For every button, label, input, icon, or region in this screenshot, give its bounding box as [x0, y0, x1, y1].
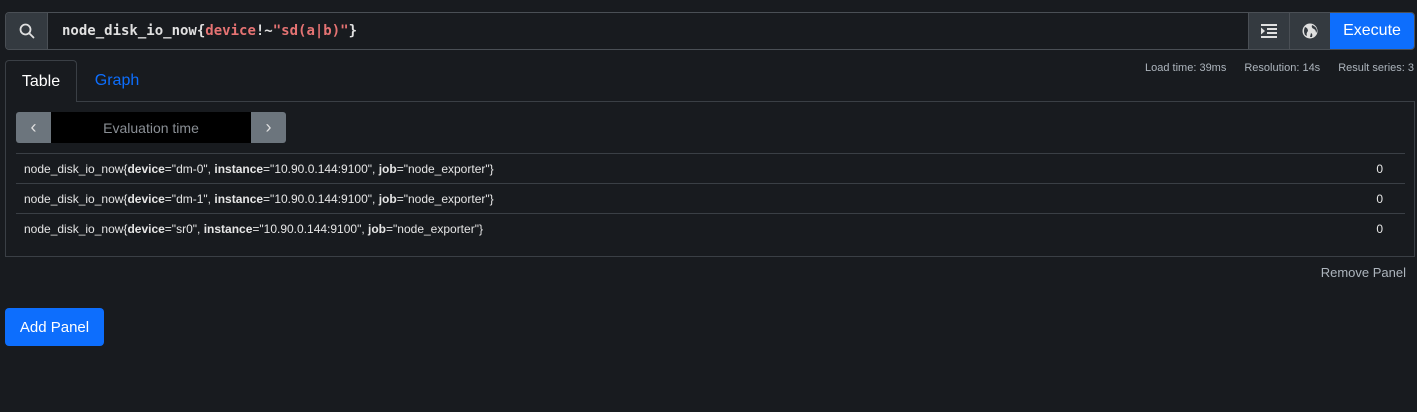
tab-graph[interactable]: Graph	[77, 60, 157, 102]
search-icon	[6, 13, 48, 49]
remove-panel-button[interactable]: Remove Panel	[1321, 265, 1406, 280]
query-brace: {	[196, 23, 206, 39]
resolution: Resolution: 14s	[1244, 62, 1321, 74]
prev-time-button[interactable]: ‹	[16, 112, 51, 143]
series-label: node_disk_io_now{device="dm-0", instance…	[24, 161, 494, 176]
metrics-explorer-button[interactable]	[1289, 13, 1330, 49]
chevron-right-icon: ›	[265, 117, 272, 137]
series-value: 0	[1376, 221, 1383, 236]
load-time: Load time: 39ms	[1145, 62, 1227, 74]
execute-button[interactable]: Execute	[1330, 13, 1414, 49]
evaluation-time-input[interactable]: Evaluation time	[51, 112, 251, 143]
series-value: 0	[1376, 161, 1383, 176]
query-bar: node_disk_io_now{device !~ "sd(a|b)"} Exec…	[5, 12, 1415, 50]
globe-icon	[1302, 23, 1318, 39]
series-value: 0	[1376, 191, 1383, 206]
table-row: node_disk_io_now{device="dm-0", instance…	[16, 153, 1405, 183]
series-label: node_disk_io_now{device="sr0", instance=…	[24, 221, 483, 236]
query-brace: }	[348, 23, 358, 39]
evaluation-time-picker: ‹ Evaluation time ›	[16, 112, 286, 143]
format-indent-icon	[1261, 24, 1277, 38]
series-label: node_disk_io_now{device="dm-1", instance…	[24, 191, 494, 206]
query-input[interactable]: node_disk_io_now{device !~ "sd(a|b)"}	[48, 13, 1248, 49]
query-metric: node_disk_io_now	[62, 23, 197, 39]
query-label: device	[205, 23, 256, 39]
result-series: Result series: 3	[1338, 62, 1414, 74]
format-query-button[interactable]	[1248, 13, 1289, 49]
chevron-left-icon: ‹	[30, 117, 37, 137]
add-panel-button[interactable]: Add Panel	[5, 308, 104, 346]
table-row: node_disk_io_now{device="dm-1", instance…	[16, 183, 1405, 213]
query-operator: !~	[255, 23, 273, 39]
next-time-button[interactable]: ›	[251, 112, 286, 143]
query-stats: Load time: 39ms Resolution: 14s Result s…	[1145, 62, 1414, 74]
query-value: "sd(a|b)"	[272, 23, 349, 39]
table-row: node_disk_io_now{device="sr0", instance=…	[16, 213, 1405, 243]
tab-table[interactable]: Table	[5, 60, 77, 102]
